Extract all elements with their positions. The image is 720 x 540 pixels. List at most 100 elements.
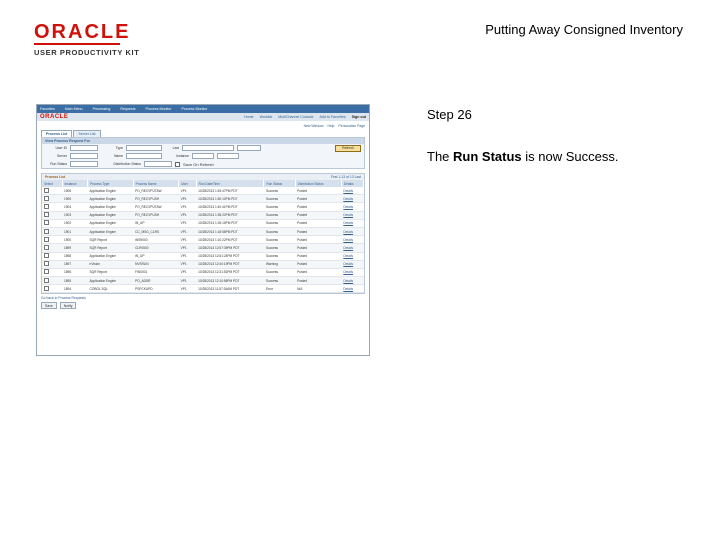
- details-link[interactable]: Details: [341, 227, 364, 237]
- details-link[interactable]: Details: [341, 219, 364, 228]
- row-checkbox[interactable]: [44, 236, 49, 242]
- row-checkbox[interactable]: [44, 253, 49, 259]
- type-select[interactable]: [126, 145, 162, 151]
- details-link[interactable]: Details: [341, 211, 364, 220]
- nav-requests[interactable]: Requests: [120, 107, 135, 111]
- user-cell: VP1: [178, 252, 197, 261]
- user-cell: VP1: [178, 235, 197, 245]
- process-list-grid: Process List First 1-13 of 13 Last Selec…: [41, 173, 365, 295]
- row-checkbox[interactable]: [44, 203, 49, 209]
- name-input[interactable]: [126, 153, 162, 159]
- nav-process-monitor-2[interactable]: Process Monitor: [182, 107, 208, 111]
- details-link[interactable]: Details: [341, 187, 364, 196]
- instance-cell: 1900: [62, 235, 88, 245]
- go-back-link[interactable]: Go back to Process Requests: [37, 294, 369, 302]
- home-link[interactable]: Home: [244, 115, 254, 119]
- process-name-cell: INS9000: [133, 235, 179, 245]
- multichannel-link[interactable]: MultiChannel Console: [278, 115, 313, 119]
- days-select[interactable]: [237, 145, 261, 151]
- select-checkbox[interactable]: [42, 284, 62, 294]
- add-favorites-link[interactable]: Add to Favorites: [319, 115, 345, 119]
- details-link[interactable]: Details: [341, 276, 364, 286]
- process-name-cell: PO_ADDR: [133, 276, 179, 286]
- select-checkbox[interactable]: [42, 268, 62, 278]
- nav-main-menu[interactable]: Main Menu: [65, 107, 83, 111]
- select-checkbox[interactable]: [42, 202, 62, 212]
- process-type-cell: Application Engine: [87, 211, 134, 220]
- row-checkbox[interactable]: [44, 244, 49, 250]
- select-checkbox[interactable]: [42, 187, 62, 196]
- process-name-cell: PO_RECVPUTAW: [133, 187, 179, 196]
- last-input[interactable]: [182, 145, 234, 151]
- instance-from-input[interactable]: [192, 153, 214, 159]
- details-link[interactable]: Details: [341, 243, 364, 253]
- col-distribution-status: Distribution Status: [295, 180, 342, 187]
- refresh-button[interactable]: Refresh: [335, 144, 361, 152]
- new-window-link[interactable]: New Window: [304, 124, 324, 128]
- server-select[interactable]: [70, 153, 98, 159]
- nav-processing[interactable]: Processing: [93, 107, 111, 111]
- select-checkbox[interactable]: [42, 227, 62, 237]
- filter-row-3: Run Status Distribution Status Save On R…: [42, 160, 364, 168]
- details-link[interactable]: Details: [341, 268, 364, 278]
- user-id-input[interactable]: [70, 145, 98, 151]
- notify-button[interactable]: Notify: [59, 302, 77, 310]
- select-checkbox[interactable]: [42, 211, 62, 220]
- select-checkbox[interactable]: [42, 260, 62, 269]
- process-list-title: Process List: [45, 175, 66, 179]
- run-status-cell: Success: [263, 202, 296, 212]
- run-status-cell: Success: [263, 252, 296, 261]
- select-checkbox[interactable]: [42, 235, 62, 245]
- save-button[interactable]: Save: [41, 302, 57, 310]
- row-checkbox[interactable]: [44, 187, 49, 193]
- step-instruction: The Run Status is now Success.: [427, 149, 618, 164]
- row-checkbox[interactable]: [44, 195, 49, 201]
- process-type-cell: SQR Report: [87, 243, 134, 253]
- details-link[interactable]: Details: [341, 252, 364, 261]
- sign-out-link[interactable]: Sign out: [352, 115, 366, 119]
- nav-favorites[interactable]: Favorites: [40, 107, 55, 111]
- distribution-status-cell: Posted: [295, 252, 342, 261]
- distribution-status-cell: Posted: [295, 243, 342, 253]
- select-checkbox[interactable]: [42, 219, 62, 228]
- grid-navigation[interactable]: First 1-13 of 13 Last: [331, 175, 361, 179]
- distribution-status-cell: Posted: [295, 219, 342, 228]
- instance-to-input[interactable]: [217, 153, 239, 159]
- personalize-link[interactable]: Personalize Page: [338, 124, 365, 128]
- details-link[interactable]: Details: [341, 194, 364, 204]
- row-checkbox[interactable]: [44, 220, 49, 226]
- process-name-cell: FIN0001: [133, 268, 179, 278]
- row-checkbox[interactable]: [44, 285, 49, 291]
- help-link[interactable]: Help: [327, 124, 334, 128]
- details-link[interactable]: Details: [341, 235, 364, 245]
- select-checkbox[interactable]: [42, 276, 62, 286]
- row-checkbox[interactable]: [44, 269, 49, 275]
- details-link[interactable]: Details: [341, 202, 364, 212]
- user-cell: VP1: [178, 211, 197, 220]
- table-row: 1895 Application Engine PO_ADDR VP1 10/28/20…: [42, 276, 364, 286]
- save-on-refresh-checkbox[interactable]: [175, 161, 180, 167]
- instruction-prefix: The: [427, 149, 454, 164]
- run-status-select[interactable]: [70, 161, 98, 167]
- tab-server-list[interactable]: Server List: [73, 130, 101, 137]
- select-checkbox[interactable]: [42, 243, 62, 253]
- details-link[interactable]: Details: [341, 284, 364, 294]
- save-on-refresh-label: Save On Refresh: [183, 161, 214, 167]
- worklist-link[interactable]: Worklist: [260, 115, 273, 119]
- row-checkbox[interactable]: [44, 277, 49, 283]
- distribution-status-cell: Posted: [295, 211, 342, 220]
- run-status-cell: Success: [263, 243, 296, 253]
- nav-process-monitor[interactable]: Process Monitor: [146, 107, 172, 111]
- process-type-cell: nVision: [87, 260, 134, 269]
- distribution-status-select[interactable]: [144, 161, 172, 167]
- tab-process-list[interactable]: Process List: [41, 130, 73, 137]
- select-checkbox[interactable]: [42, 252, 62, 261]
- instruction-bold: Run Status: [453, 149, 522, 164]
- row-checkbox[interactable]: [44, 261, 49, 267]
- row-checkbox[interactable]: [44, 212, 49, 218]
- select-checkbox[interactable]: [42, 194, 62, 204]
- details-link[interactable]: Details: [341, 260, 364, 269]
- run-date-cell: 10/28/2013 1:10:22PM PDT: [196, 235, 264, 245]
- row-checkbox[interactable]: [44, 228, 49, 234]
- user-cell: VP1: [178, 284, 197, 294]
